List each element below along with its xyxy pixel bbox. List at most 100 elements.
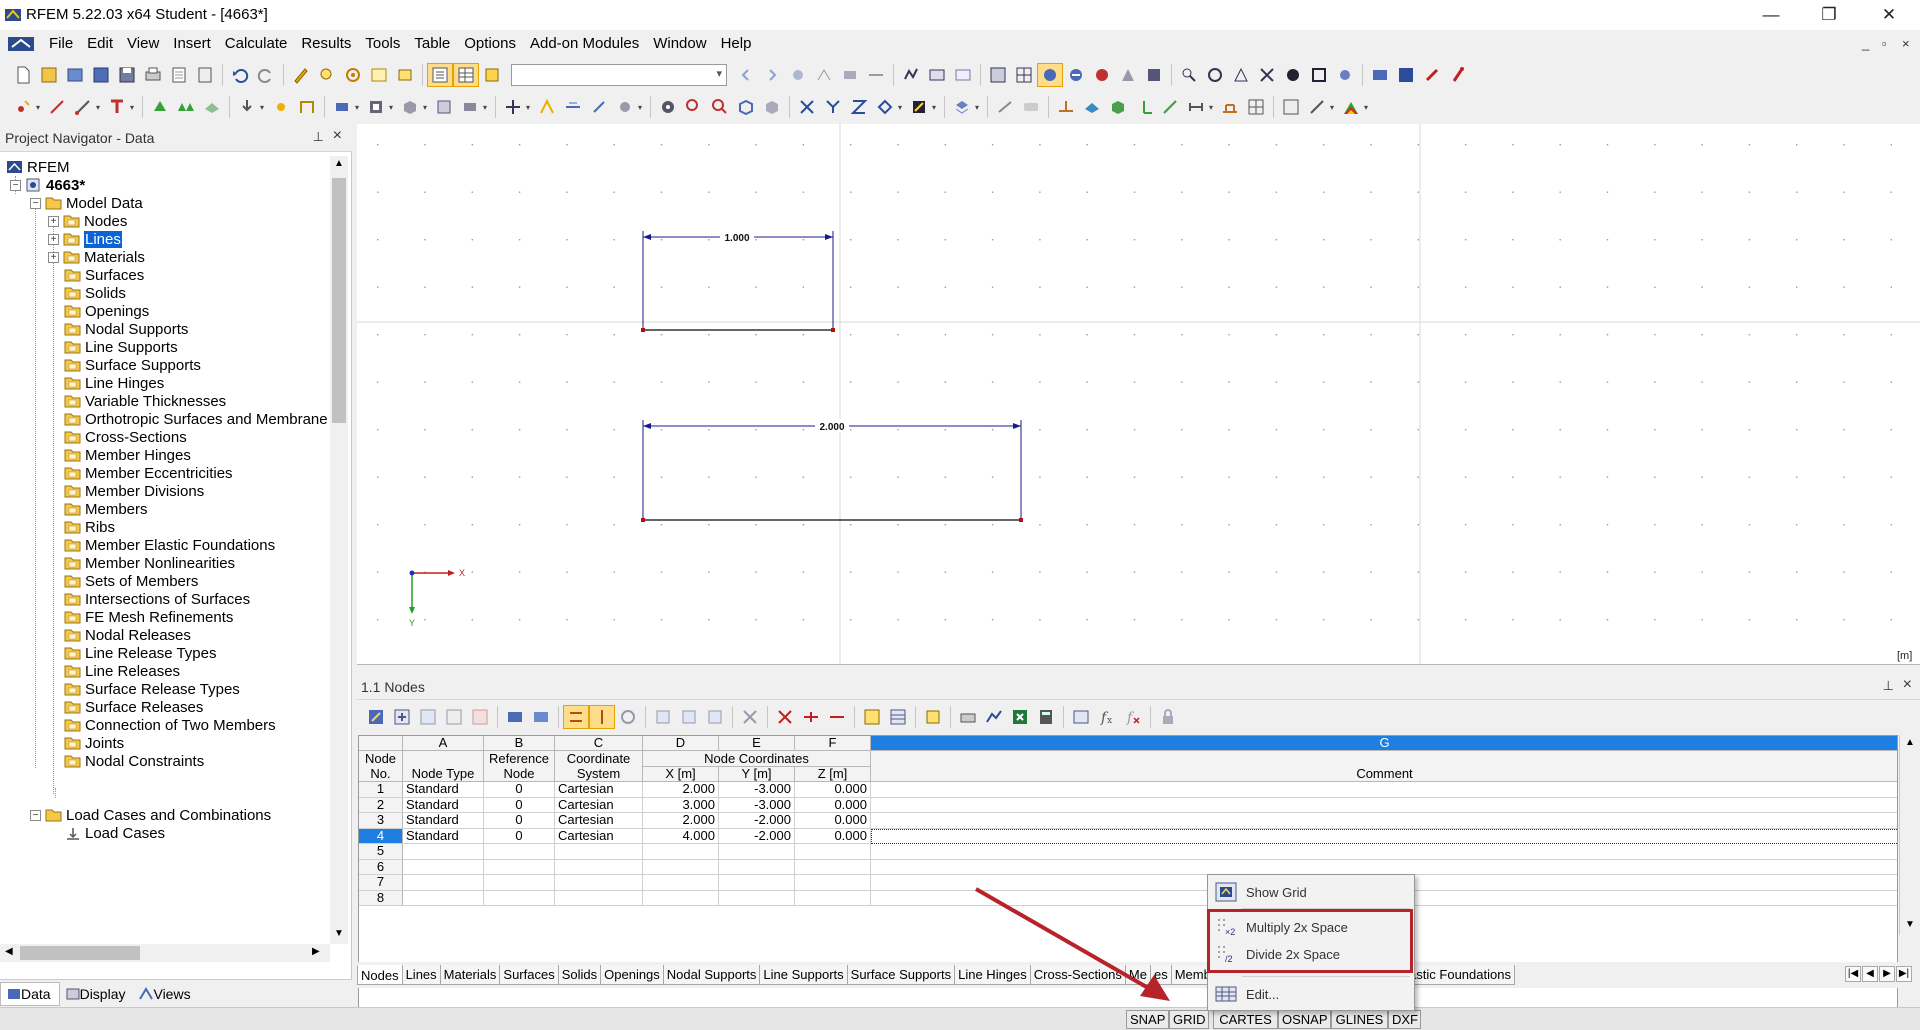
cell-x[interactable] [643,859,719,875]
close-button[interactable]: ✕ [1860,0,1918,30]
menu-calculate[interactable]: Calculate [218,35,295,52]
color-panel-icon[interactable] [1338,95,1364,119]
scroll-up-icon[interactable]: ▲ [334,158,344,169]
cell-y[interactable]: -3.000 [719,782,795,798]
comment-icon[interactable] [1018,95,1044,119]
graphics-window[interactable]: 1.000 2.000 X Y [m] [357,124,1920,665]
pin-icon[interactable]: ⊥ [1883,678,1894,694]
work-plane-icon[interactable] [1105,95,1131,119]
cell-z[interactable] [795,844,871,860]
grid-button[interactable]: GRID [1169,1010,1209,1029]
cell-type[interactable] [403,890,484,906]
cell-z[interactable] [795,875,871,891]
cell-z[interactable]: 0.000 [795,813,871,829]
table-tab-nodes[interactable]: Nodes [357,965,403,985]
select-objects-icon[interactable] [392,63,418,87]
cell-type[interactable] [403,875,484,891]
row-number[interactable]: 1 [359,782,403,798]
new-member-icon[interactable] [104,95,130,119]
export-icon[interactable] [1393,63,1419,87]
new-line-2-icon[interactable] [70,95,96,119]
cell-type[interactable]: Standard [403,813,484,829]
snap-icon[interactable] [1157,95,1183,119]
cell-z[interactable]: 0.000 [795,797,871,813]
table-vertical-scrollbar[interactable]: ▲ ▼ [1899,735,1919,935]
column-letter[interactable]: C [555,736,643,751]
cell-ref[interactable]: 0 [484,813,555,829]
row-number[interactable]: 3 [359,813,403,829]
support-2-icon[interactable] [173,95,199,119]
panel-icon[interactable] [479,63,505,87]
result-icon-3[interactable] [837,63,863,87]
cell-sys[interactable]: Cartesian [555,813,643,829]
view-z-icon[interactable] [846,95,872,119]
filter-icon[interactable] [563,705,589,729]
tag-icon[interactable] [920,705,946,729]
cell-comment[interactable] [871,782,1897,798]
collapse-icon[interactable]: − [30,197,41,209]
row-number[interactable]: 6 [359,859,403,875]
print-report-icon[interactable] [166,63,192,87]
preview-icon[interactable] [192,63,218,87]
menu-options[interactable]: Options [457,35,523,52]
tree-item-nodal-constraints[interactable]: Nodal Constraints [64,750,204,772]
cell-ref[interactable]: 0 [484,797,555,813]
display-icon-6[interactable] [1115,63,1141,87]
hinge-icon[interactable] [268,95,294,119]
cell-comment[interactable] [871,844,1897,860]
collapse-icon[interactable]: − [30,809,41,821]
table-tab-materials[interactable]: Materials [439,965,501,985]
cell-type[interactable] [403,859,484,875]
row-number[interactable]: 8 [359,890,403,906]
cut-icon[interactable] [824,705,850,729]
column-letter[interactable]: D [643,736,719,751]
dxf-icon[interactable] [1217,95,1243,119]
display-icon-2[interactable] [1011,63,1037,87]
next-tab-icon[interactable]: ▶ [1879,966,1895,982]
import-icon[interactable] [502,705,528,729]
support-icon[interactable] [147,95,173,119]
view-column-icon[interactable] [676,705,702,729]
cell-x[interactable]: 2.000 [643,782,719,798]
cell-x[interactable]: 3.000 [643,797,719,813]
pin-icon[interactable]: ⊥ [313,129,324,145]
delete-row-icon[interactable] [415,705,441,729]
cell-ref[interactable] [484,890,555,906]
cell-x[interactable]: 4.000 [643,828,719,844]
cartes-button[interactable]: CARTES [1213,1010,1278,1029]
plane-icon[interactable] [1079,95,1105,119]
previous-icon[interactable] [733,63,759,87]
table-tab-surface-supports[interactable]: Surface Supports [846,965,956,985]
view-icon-4[interactable] [1254,63,1280,87]
measure-icon[interactable] [1183,95,1209,119]
scroll-up-icon[interactable]: ▲ [1905,737,1915,748]
view-x-icon[interactable] [794,95,820,119]
mdi-restore-button[interactable]: ▫ [1882,36,1887,51]
cell-ref[interactable] [484,875,555,891]
mirror-icon[interactable] [560,95,586,119]
delete-icon[interactable] [737,705,763,729]
clear-row-icon[interactable] [467,705,493,729]
cell-sys[interactable] [555,875,643,891]
table-grid-icon[interactable] [885,705,911,729]
view-iso-icon[interactable] [872,95,898,119]
osnap-button[interactable]: OSNAP [1278,1010,1331,1029]
tab-views[interactable]: Views [133,982,198,1006]
last-tab-icon[interactable]: ▶| [1896,966,1912,982]
cell-z[interactable] [795,890,871,906]
glines-button[interactable]: GLINES [1331,1010,1388,1029]
cell-sys[interactable]: Cartesian [555,782,643,798]
scroll-thumb[interactable] [332,178,346,423]
table-view-icon[interactable] [1278,95,1304,119]
save-all-icon[interactable] [88,63,114,87]
scroll-down-icon[interactable]: ▼ [334,928,344,939]
dxf-button[interactable]: DXF [1388,1010,1421,1029]
display-icon-7[interactable] [1141,63,1167,87]
cell-x[interactable] [643,844,719,860]
redo-icon[interactable] [253,63,279,87]
calculate-icon[interactable] [898,63,924,87]
cell-y[interactable]: -2.000 [719,828,795,844]
selection-filter-icon[interactable] [589,705,615,729]
function-icon[interactable]: fx [1094,705,1120,729]
minimize-button[interactable]: — [1742,0,1800,30]
